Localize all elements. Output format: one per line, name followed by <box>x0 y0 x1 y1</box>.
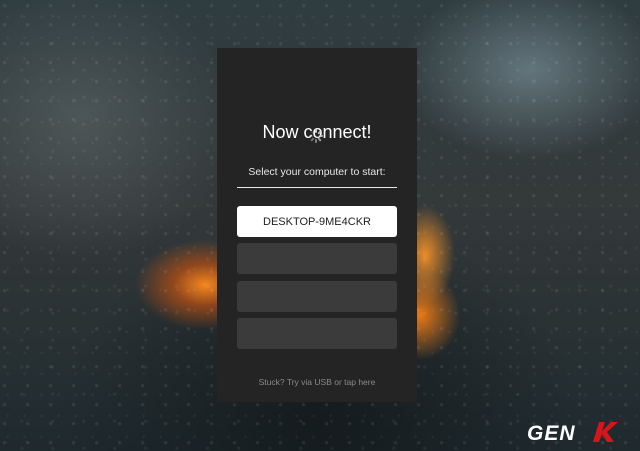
select-computer-prompt: Select your computer to start: <box>248 166 386 178</box>
genk-logo: GEN <box>527 422 618 445</box>
stuck-help-link[interactable]: Stuck? Try via USB or tap here <box>217 377 417 388</box>
device-button-desktop-9me4ckr[interactable]: DESKTOP-9ME4CKR <box>237 206 397 237</box>
device-slot-empty[interactable] <box>237 281 397 312</box>
prompt-divider <box>237 187 397 188</box>
svg-text:GEN: GEN <box>527 422 576 445</box>
device-slot-empty[interactable] <box>237 243 397 274</box>
device-slot-empty[interactable] <box>237 318 397 349</box>
loading-spinner-icon <box>309 129 323 143</box>
